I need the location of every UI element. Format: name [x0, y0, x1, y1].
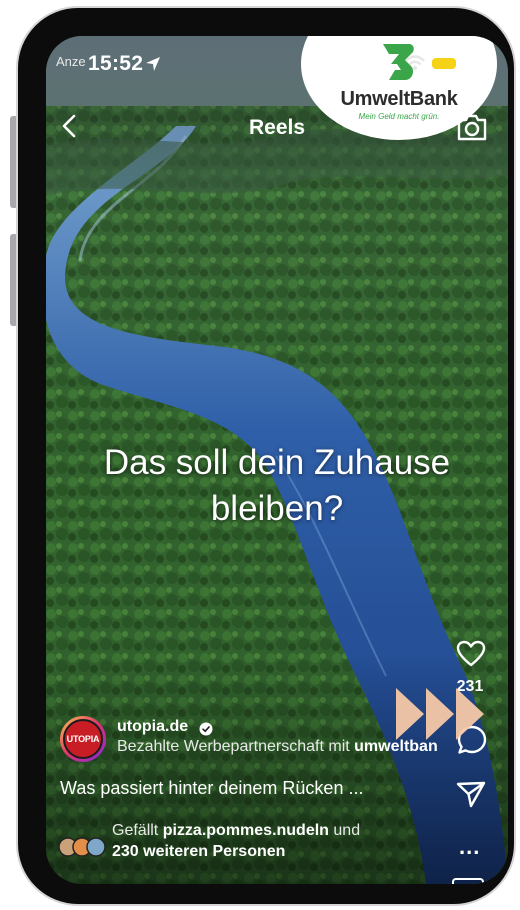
camera-icon[interactable]: [456, 112, 488, 142]
partner-name[interactable]: umweltban: [354, 738, 438, 755]
ad-label-truncated: Anze: [56, 54, 86, 69]
wifi-icon: [405, 55, 425, 71]
page-title: Reels: [248, 116, 306, 139]
liked-by-user[interactable]: pizza.pommes.nudeln: [163, 822, 329, 839]
reel-screen[interactable]: Anze 15:52 UmweltBank Mein Geld macht gr…: [46, 36, 508, 884]
avatar-logo-text: UTOPIA: [63, 719, 103, 759]
account-name[interactable]: utopia.de: [117, 718, 188, 736]
video-headline: Das soll dein Zuhause bleiben?: [103, 443, 451, 528]
paid-partnership-text: Bezahlte Werbepartnerschaft mit: [117, 738, 350, 755]
liked-by-others-count[interactable]: 230 weiteren Personen: [112, 843, 285, 860]
battery-icon: [432, 58, 456, 69]
liker-avatars: [58, 837, 106, 857]
paid-partnership-label[interactable]: Bezahlte Werbepartnerschaft mit umweltba…: [117, 738, 438, 756]
likes-prefix: Gefällt: [112, 822, 159, 839]
likes-and: und: [333, 822, 361, 839]
like-heart-icon[interactable]: [456, 640, 486, 668]
cellular-signal-icon: [368, 58, 386, 72]
verified-badge-icon: [199, 722, 213, 736]
liked-by-text[interactable]: Gefällt pizza.pommes.nudeln und 230 weit…: [112, 820, 360, 862]
account-avatar[interactable]: UTOPIA: [60, 716, 106, 762]
sponsor-brand-name: UmweltBank: [340, 88, 458, 110]
audio-track-icon[interactable]: [452, 878, 484, 884]
share-send-icon[interactable]: [456, 780, 486, 808]
location-arrow-icon: [146, 57, 160, 71]
status-time: 15:52: [88, 52, 144, 75]
more-options-icon[interactable]: ...: [459, 834, 480, 860]
fast-forward-icon: [396, 688, 484, 740]
post-caption[interactable]: Was passiert hinter deinem Rücken ...: [60, 778, 363, 799]
